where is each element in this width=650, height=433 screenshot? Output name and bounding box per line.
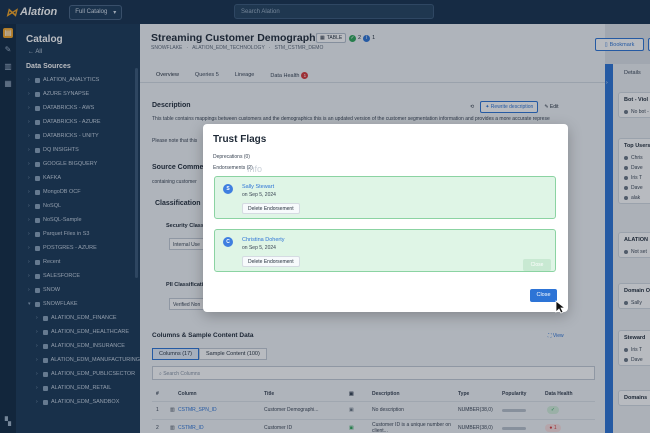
delete-endorsement-button[interactable]: Delete Endorsement [242, 256, 300, 267]
avatar: S [223, 184, 233, 194]
ghost-info-label: Info [247, 164, 263, 174]
endorsement-card: S Sally Stewart on Sep 5, 2024 Delete En… [214, 176, 556, 219]
endorsement-card: C Christina Doherty on Sep 5, 2024 Delet… [214, 229, 556, 272]
endorser-name-link[interactable]: Christina Doherty [242, 237, 285, 243]
modal-title: Trust Flags [213, 134, 267, 145]
delete-endorsement-button[interactable]: Delete Endorsement [242, 203, 300, 214]
avatar: C [223, 237, 233, 247]
trust-flags-modal: Trust Flags Deprecations (0) Endorsement… [203, 124, 568, 312]
endorser-name-link[interactable]: Sally Stewart [242, 184, 274, 190]
mouse-cursor-icon [555, 300, 567, 314]
close-button[interactable]: Close [530, 289, 557, 302]
endorsement-date: on Sep 5, 2024 [242, 192, 276, 198]
ghost-close-button: Close [523, 259, 551, 271]
deprecations-count: Deprecations (0) [213, 154, 250, 160]
endorsement-date: on Sep 5, 2024 [242, 245, 276, 251]
